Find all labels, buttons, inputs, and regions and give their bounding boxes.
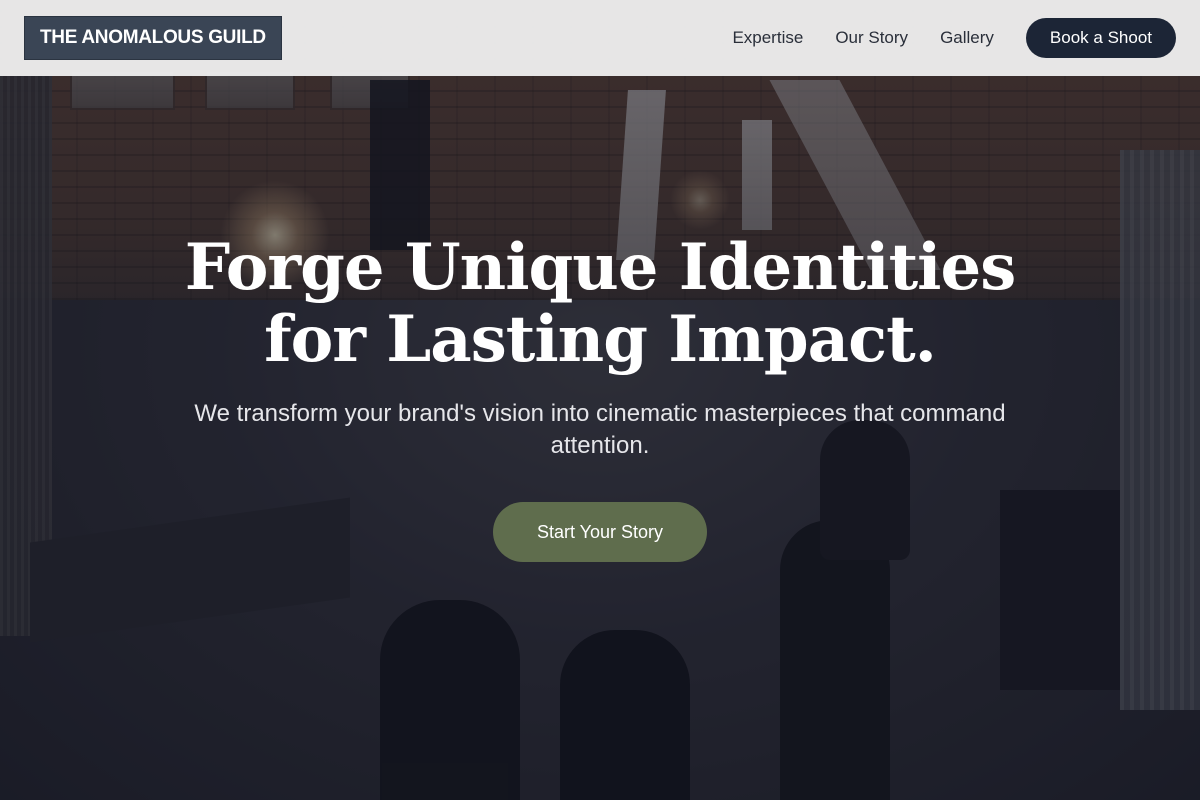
hero-title: Forge Unique Identities for Lasting Impa… xyxy=(0,232,1200,376)
book-a-shoot-button[interactable]: Book a Shoot xyxy=(1025,18,1176,58)
hero-title-line-2: for Lasting Impact. xyxy=(264,302,937,377)
brand-logo[interactable]: THE ANOMALOUS GUILD xyxy=(24,16,282,60)
start-your-story-button[interactable]: Start Your Story xyxy=(493,502,707,562)
nav-link-our-story[interactable]: Our Story xyxy=(835,28,908,48)
nav-link-gallery[interactable]: Gallery xyxy=(940,28,994,48)
hero-subtitle: We transform your brand's vision into ci… xyxy=(194,400,1006,459)
hero-section: Forge Unique Identities for Lasting Impa… xyxy=(0,232,1200,562)
main-nav: Expertise Our Story Gallery Book a Shoot xyxy=(700,18,1176,58)
site-header: THE ANOMALOUS GUILD Expertise Our Story … xyxy=(0,0,1200,76)
hero-title-line-1: Forge Unique Identities xyxy=(184,230,1016,305)
nav-link-expertise[interactable]: Expertise xyxy=(732,28,803,48)
